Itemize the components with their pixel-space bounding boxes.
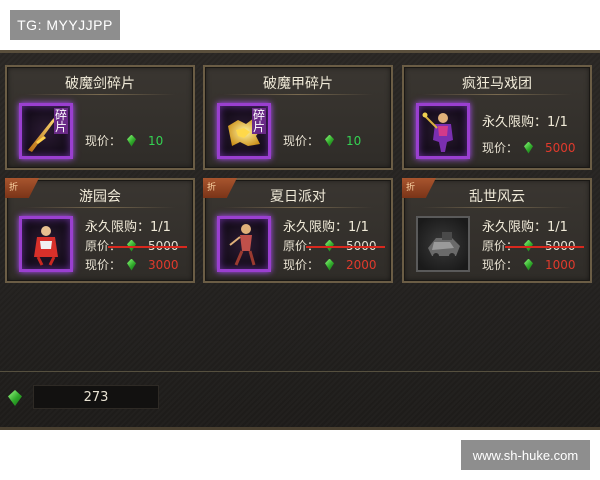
fair-costume-icon [34, 226, 58, 266]
price-now-value: 10 [346, 133, 362, 148]
price-orig-row: 原价： 5000 [482, 237, 584, 254]
circus-costume-icon [422, 112, 453, 152]
price-now-value: 5000 [545, 140, 576, 155]
divider [25, 207, 175, 208]
price-orig-value: 5000 [108, 239, 187, 253]
strike-line [306, 245, 385, 248]
shop-card-crazy-circus[interactable]: 疯狂马戏团 永久限购：1/1 现价： 5000 [402, 65, 592, 170]
gem-icon [127, 134, 137, 147]
price-orig-value: 5000 [505, 239, 584, 253]
currency-gem-icon [8, 390, 22, 406]
limit-text: 永久限购：1/1 [85, 220, 171, 235]
gem-icon [325, 134, 335, 147]
shop-card-troubled-times[interactable]: 折 乱世风云 永久限购：1/1 原价： 5000 现价： 1000 [402, 178, 592, 283]
item-slot[interactable]: 碎片 [217, 103, 271, 159]
gem-icon [325, 258, 335, 271]
item-slot[interactable] [217, 216, 271, 272]
item-slot[interactable] [19, 216, 73, 272]
card-title: 破魔甲碎片 [263, 76, 333, 92]
shop-panel: 破魔剑碎片 碎片 现价： 10 破魔甲碎片 碎片 现价： 10 疯狂马戏团 永久… [0, 50, 600, 430]
card-title: 乱世风云 [469, 189, 525, 205]
shop-card-summer-party[interactable]: 折 夏日派对 永久限购：1/1 原价： 5000 现价： 2000 [203, 178, 393, 283]
divider [223, 207, 373, 208]
card-title: 夏日派对 [270, 189, 326, 205]
price-now-row: 现价： 5000 [482, 139, 576, 156]
gem-icon [524, 258, 534, 271]
price-orig-row: 原价： 5000 [283, 237, 385, 254]
shard-tag: 碎片 [252, 108, 266, 134]
gem-icon [524, 141, 534, 154]
price-now-row: 现价： 10 [283, 132, 361, 149]
strike-line [108, 245, 187, 248]
shard-tag: 碎片 [54, 108, 68, 134]
price-now-value: 3000 [148, 257, 179, 272]
price-now-label: 现价： [85, 258, 122, 272]
price-now-label: 现价： [283, 134, 320, 148]
watermark-site: www.sh-huke.com [461, 440, 590, 470]
card-title: 游园会 [79, 189, 121, 205]
price-now-label: 现价： [482, 258, 519, 272]
price-now-value: 2000 [346, 257, 377, 272]
gem-icon [127, 258, 137, 271]
price-orig-value: 5000 [306, 239, 385, 253]
price-now-row: 现价： 3000 [85, 256, 179, 273]
card-title: 疯狂马戏团 [462, 76, 532, 92]
shop-card-sword-shard[interactable]: 破魔剑碎片 碎片 现价： 10 [5, 65, 195, 170]
limit-text: 永久限购：1/1 [482, 220, 568, 235]
divider [422, 94, 572, 95]
item-slot[interactable] [416, 216, 470, 272]
mech-mount-icon [428, 232, 460, 259]
strike-line [505, 245, 584, 248]
price-now-label: 现价： [283, 258, 320, 272]
price-now-row: 现价： 2000 [283, 256, 377, 273]
divider [223, 94, 373, 95]
item-slot[interactable]: 碎片 [19, 103, 73, 159]
footer-divider [0, 371, 600, 372]
price-now-value: 1000 [545, 257, 576, 272]
limit-text: 永久限购：1/1 [482, 115, 568, 130]
card-title: 破魔剑碎片 [65, 76, 135, 92]
shop-card-garden-fair[interactable]: 折 游园会 永久限购：1/1 原价： 5000 现价： 3000 [5, 178, 195, 283]
summer-party-costume-icon [229, 224, 256, 266]
price-now-row: 现价： 1000 [482, 256, 576, 273]
watermark-tg: TG: MYYJJPP [10, 10, 120, 40]
price-now-row: 现价： 10 [85, 132, 163, 149]
price-now-label: 现价： [85, 134, 122, 148]
divider [422, 207, 572, 208]
item-slot[interactable] [416, 103, 470, 159]
shop-card-armor-shard[interactable]: 破魔甲碎片 碎片 现价： 10 [203, 65, 393, 170]
price-now-value: 10 [148, 133, 164, 148]
divider [25, 94, 175, 95]
price-orig-row: 原价： 5000 [85, 237, 187, 254]
price-now-label: 现价： [482, 141, 519, 155]
limit-text: 永久限购：1/1 [283, 220, 369, 235]
currency-balance: 273 [33, 385, 159, 409]
